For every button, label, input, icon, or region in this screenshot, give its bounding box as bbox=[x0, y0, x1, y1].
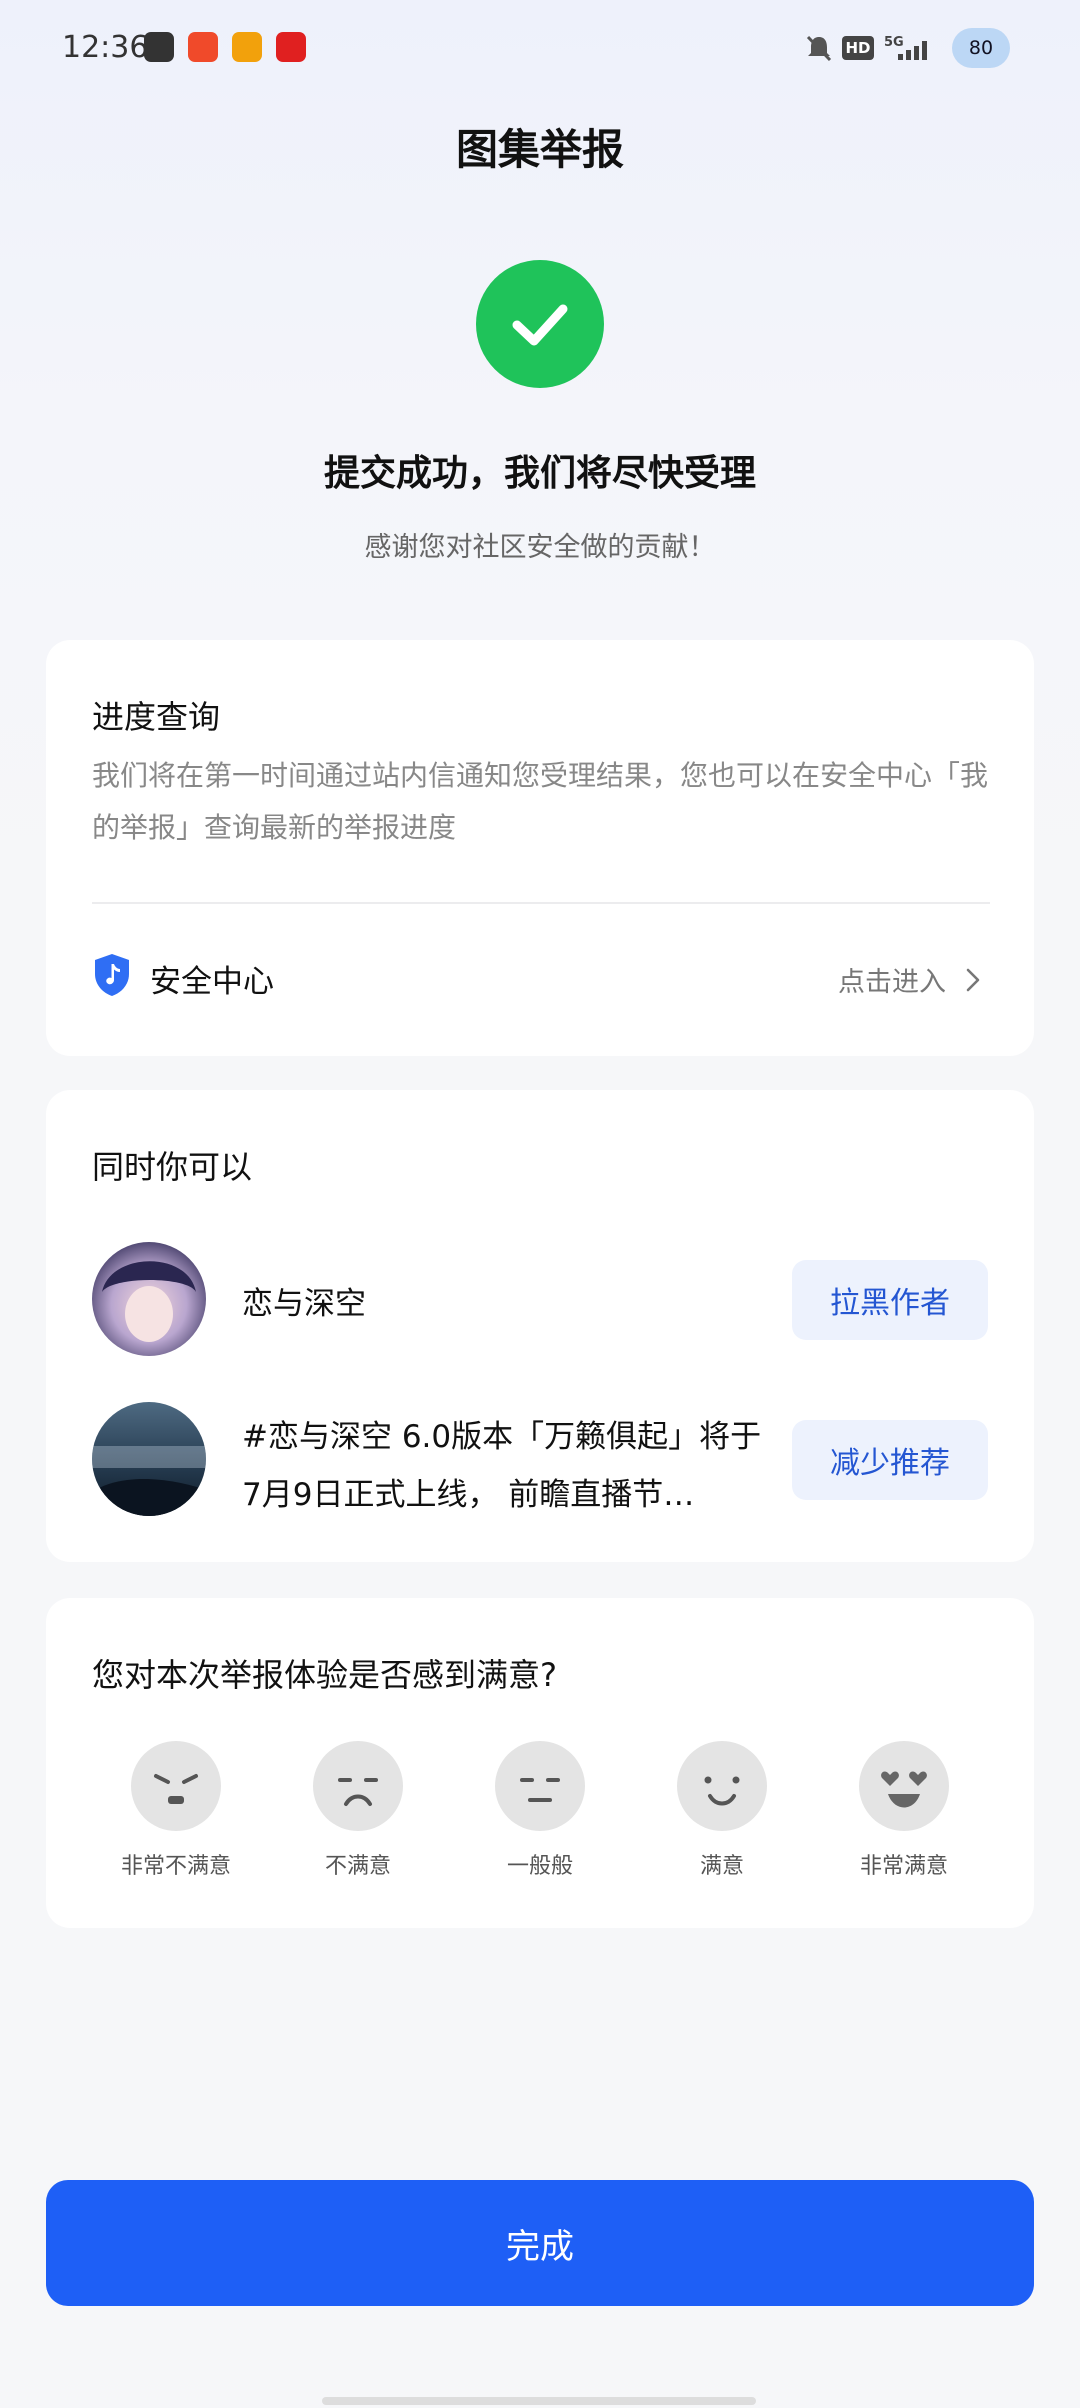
survey-option-label: 不满意 bbox=[324, 1854, 391, 1879]
app-notification-icon bbox=[144, 32, 174, 62]
post-thumbnail bbox=[92, 1402, 206, 1516]
success-icon bbox=[476, 260, 604, 388]
survey-option-label: 非常满意 bbox=[859, 1854, 948, 1879]
shield-icon bbox=[95, 954, 129, 996]
author-avatar bbox=[92, 1242, 206, 1356]
home-indicator[interactable] bbox=[322, 2397, 756, 2405]
mute-icon bbox=[806, 35, 832, 62]
very-satisfied-face-icon[interactable] bbox=[858, 1740, 950, 1832]
actions-title: 同时你可以 bbox=[92, 1148, 253, 1186]
block-author-button[interactable]: 拉黑作者 bbox=[792, 1260, 988, 1340]
author-name: 恋与深空 bbox=[242, 1286, 366, 1322]
survey-option-label: 满意 bbox=[699, 1854, 744, 1879]
done-button[interactable]: 完成 bbox=[46, 2180, 1034, 2306]
post-title: #恋与深空 6.0版本「万籁俱起」将于7月9日正式上线， 前瞻直播节… bbox=[242, 1419, 762, 1513]
chevron-right-icon bbox=[966, 968, 980, 992]
status-time: 12:36 bbox=[62, 30, 149, 65]
app-notification-icon bbox=[276, 32, 306, 62]
satisfied-face-icon[interactable] bbox=[676, 1740, 768, 1832]
page-title: 图集举报 bbox=[455, 125, 624, 174]
survey-option-label: 非常不满意 bbox=[120, 1854, 231, 1879]
check-icon bbox=[512, 304, 568, 346]
hd-icon: HD bbox=[842, 36, 874, 60]
battery-indicator: 80 bbox=[952, 28, 1010, 68]
divider bbox=[92, 902, 990, 904]
app-notification-icon bbox=[232, 32, 262, 62]
neutral-face-icon[interactable] bbox=[494, 1740, 586, 1832]
signal-icon: 5G bbox=[884, 35, 927, 60]
progress-title: 进度查询 bbox=[92, 698, 221, 736]
survey-option-label: 一般般 bbox=[506, 1854, 573, 1879]
progress-description: 我们将在第一时间通过站内信通知您受理结果，您也可以在安全中心「我的举报」查询最新… bbox=[92, 759, 989, 844]
app-notification-icon bbox=[188, 32, 218, 62]
enter-link[interactable]: 点击进入 bbox=[838, 960, 946, 999]
success-subline: 感谢您对社区安全做的贡献！ bbox=[364, 532, 716, 563]
success-headline: 提交成功，我们将尽快受理 bbox=[323, 453, 756, 494]
dissatisfied-face-icon[interactable] bbox=[312, 1740, 404, 1832]
reduce-recommend-button[interactable]: 减少推荐 bbox=[792, 1420, 988, 1500]
survey-question: 您对本次举报体验是否感到满意? bbox=[92, 1656, 557, 1694]
svg-text:5G: 5G bbox=[884, 35, 904, 50]
very-dissatisfied-face-icon[interactable] bbox=[130, 1740, 222, 1832]
security-center-label: 安全中心 bbox=[150, 964, 274, 1000]
